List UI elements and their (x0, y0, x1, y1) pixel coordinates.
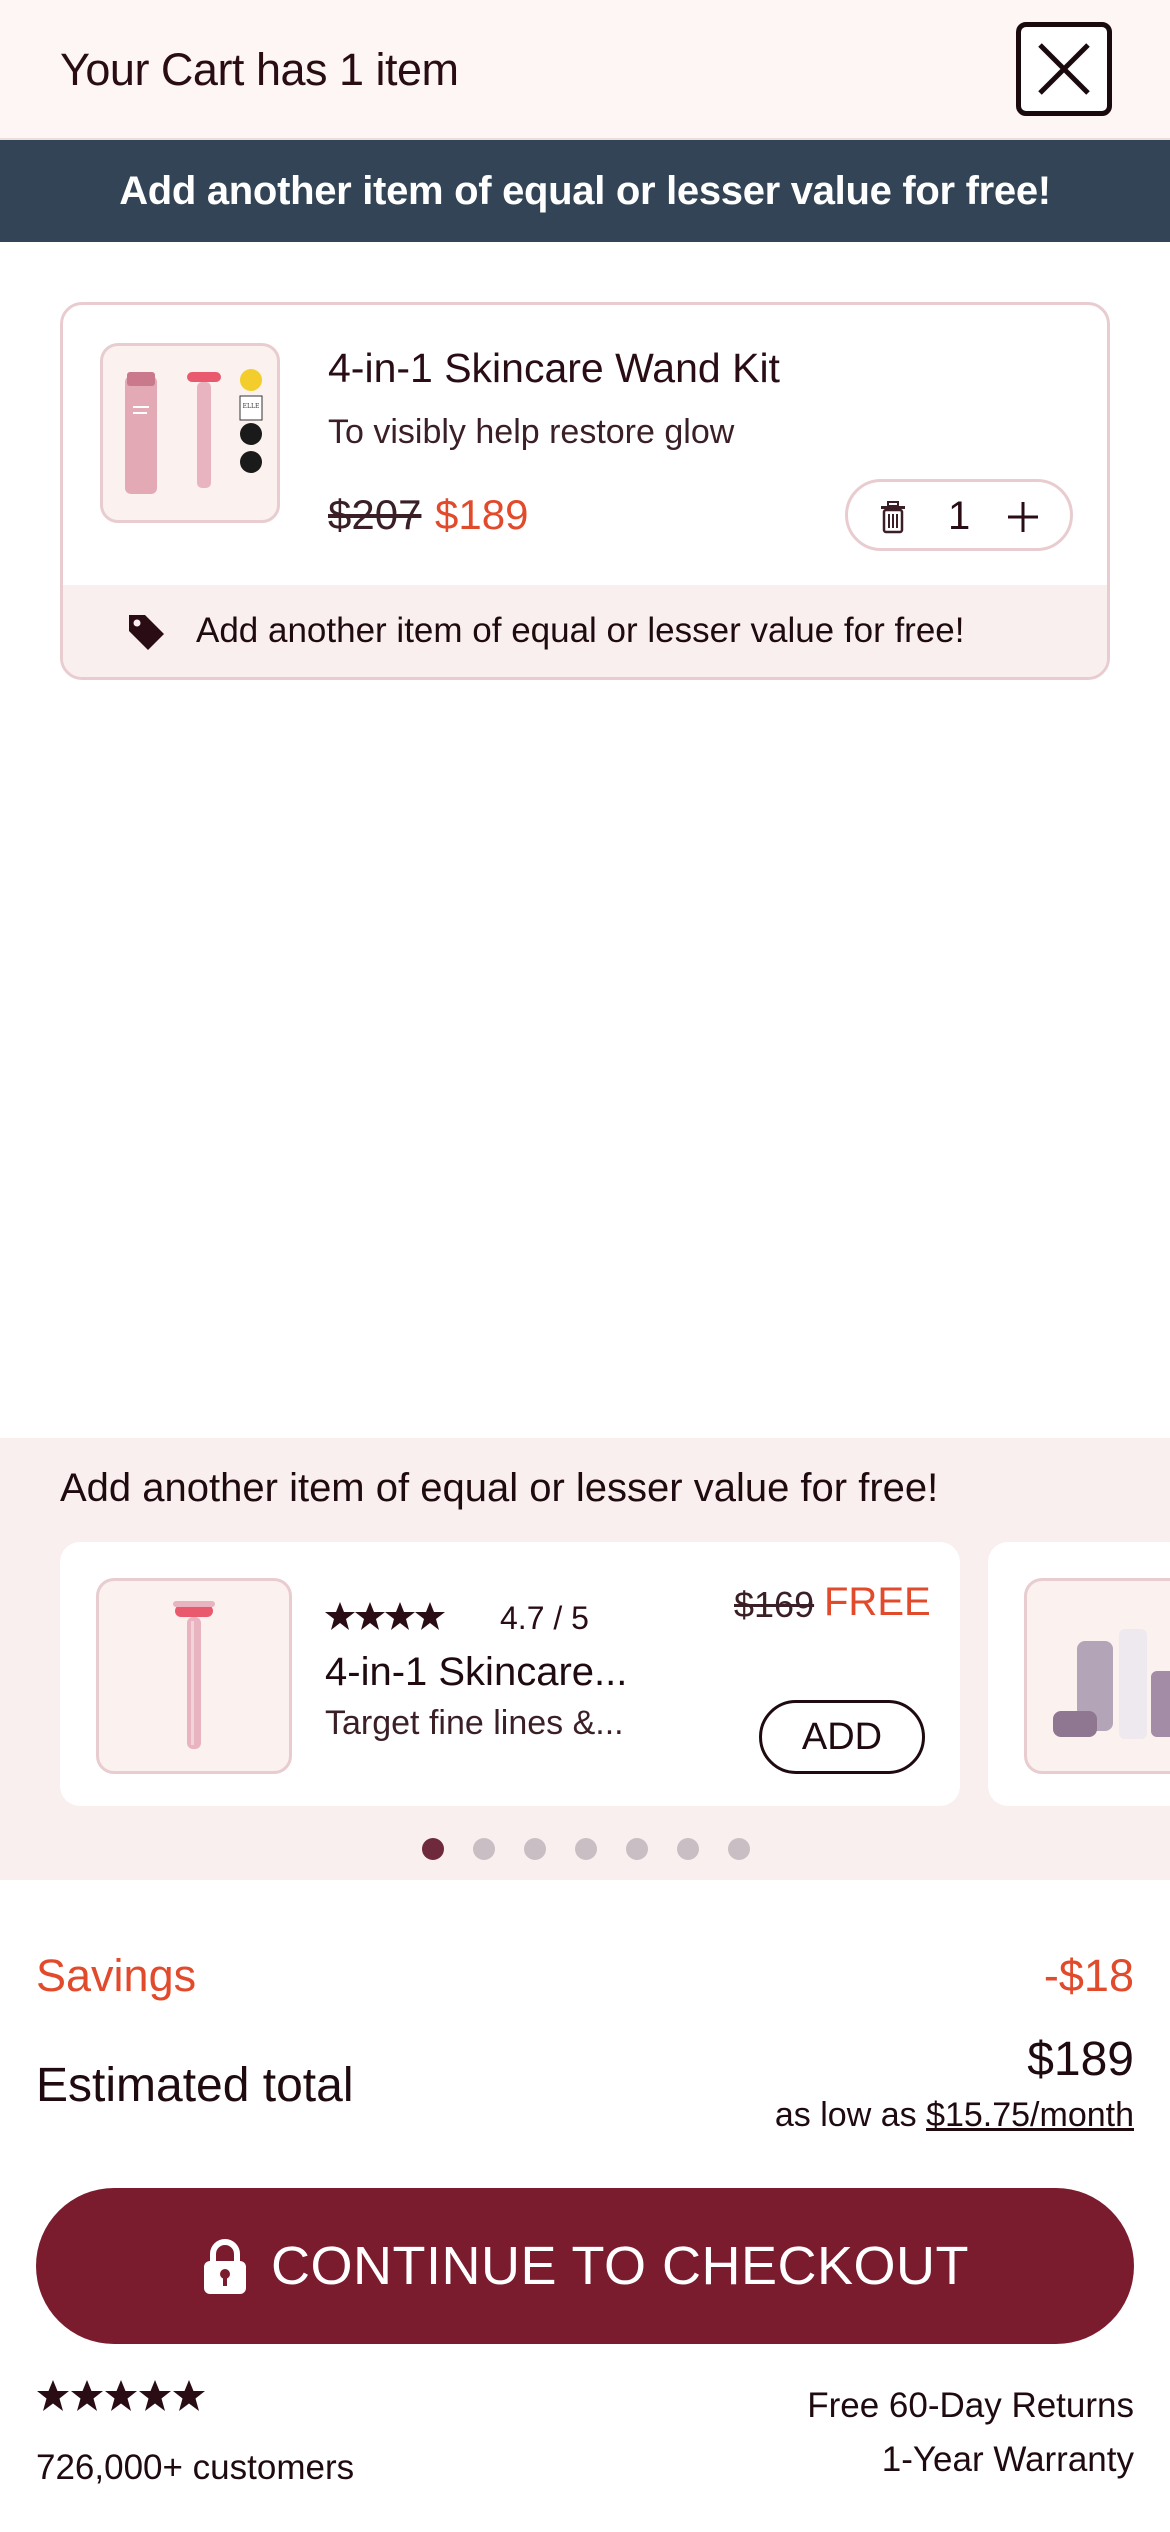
carousel-dot-2[interactable] (473, 1838, 495, 1860)
warranty-info: 1-Year Warranty (881, 2440, 1134, 2479)
customer-count: 726,000+ customers (36, 2448, 355, 2487)
financing-prefix: as low as (774, 2096, 927, 2134)
savings-label: Savings (36, 1950, 197, 2001)
carousel-dot-1[interactable] (422, 1838, 444, 1860)
upsell-product-card[interactable]: 4.7 / 5 4-in-1 Skincare... Target fine l… (60, 1542, 960, 1806)
upsell-original-price: $169 (734, 1584, 815, 1625)
quantity-value: 1 (948, 494, 971, 538)
serum-set-product-image (1053, 1629, 1170, 1739)
wand-kit-product-image: ELLE (125, 369, 263, 494)
tag-icon (125, 611, 167, 658)
upsell-product-image-next[interactable] (1024, 1578, 1170, 1774)
upsell-product-image[interactable] (96, 1578, 292, 1774)
carousel-dot-6[interactable] (677, 1838, 699, 1860)
cart-header: Your Cart has 1 item (0, 0, 1170, 140)
carousel-dot-5[interactable] (626, 1838, 648, 1860)
add-upsell-button[interactable]: ADD (759, 1700, 925, 1774)
remove-item-button[interactable] (878, 500, 908, 539)
upsell-product-name[interactable]: 4-in-1 Skincare... (325, 1650, 627, 1695)
promo-banner: Add another item of equal or lesser valu… (0, 140, 1170, 242)
cart-item-title[interactable]: 4-in-1 Skincare Wand Kit (328, 345, 780, 392)
carousel-pagination (0, 1838, 1170, 1862)
cart-item-card: ELLE 4-in-1 Skincare Wand Kit To visibly… (60, 302, 1110, 680)
financing-link[interactable]: $15.75/month (926, 2096, 1134, 2134)
rating-stars (325, 1600, 475, 1637)
wand-product-image (173, 1601, 215, 1749)
upsell-free-label: FREE (824, 1580, 931, 1624)
savings-value: -$18 (1043, 1950, 1134, 2001)
checkout-button-label: CONTINUE TO CHECKOUT (270, 2236, 970, 2296)
cart-item-promo: Add another item of equal or lesser valu… (63, 585, 1107, 677)
upsell-section: Add another item of equal or lesser valu… (0, 1438, 1170, 1880)
upsell-product-card-next[interactable] (988, 1542, 1170, 1806)
carousel-dot-7[interactable] (728, 1838, 750, 1860)
cart-item-subtitle: To visibly help restore glow (328, 413, 735, 451)
customer-rating-stars (36, 2378, 208, 2419)
upsell-title: Add another item of equal or lesser valu… (60, 1466, 939, 1510)
cart-title: Your Cart has 1 item (60, 44, 459, 95)
close-button[interactable] (1016, 22, 1112, 116)
checkout-button[interactable]: CONTINUE TO CHECKOUT (36, 2188, 1134, 2344)
cart-item-original-price: $207 (328, 491, 422, 538)
returns-policy: Free 60-Day Returns (807, 2386, 1134, 2425)
cart-item-image[interactable]: ELLE (100, 343, 280, 523)
lock-icon (201, 2236, 249, 2296)
svg-text:ELLE: ELLE (243, 403, 260, 410)
promo-banner-text: Add another item of equal or lesser valu… (119, 168, 1051, 213)
financing-info: as low as $15.75/month (775, 2096, 1134, 2135)
estimated-total-value: $189 (1027, 2033, 1134, 2086)
carousel-dot-3[interactable] (524, 1838, 546, 1860)
trash-icon (881, 501, 905, 534)
close-icon (1038, 43, 1090, 95)
carousel-dot-4[interactable] (575, 1838, 597, 1860)
cart-item-sale-price: $189 (435, 491, 529, 538)
estimated-total-label: Estimated total (36, 2059, 354, 2112)
cart-item-promo-text: Add another item of equal or lesser valu… (196, 611, 965, 650)
increase-quantity-button[interactable] (1006, 500, 1040, 539)
quantity-stepper: 1 (845, 479, 1073, 551)
plus-icon (1008, 502, 1038, 532)
upsell-product-subtitle: Target fine lines &... (325, 1704, 624, 1742)
rating-text: 4.7 / 5 (500, 1600, 589, 1636)
